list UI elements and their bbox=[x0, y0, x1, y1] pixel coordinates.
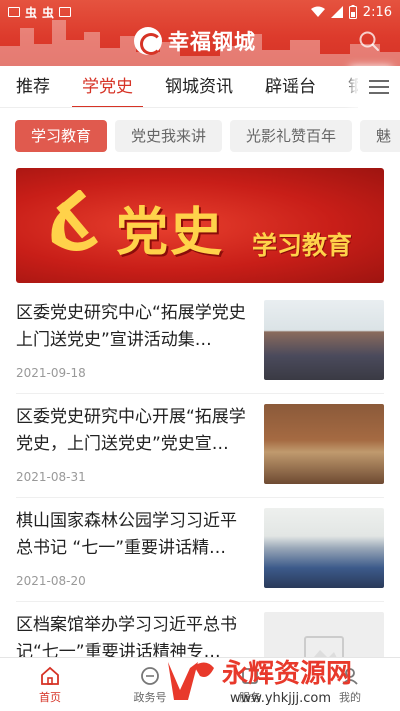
news-date: 2021-08-31 bbox=[16, 470, 86, 484]
chip-light-shadow-tribute[interactable]: 光影礼赞百年 bbox=[230, 120, 353, 152]
battery-icon bbox=[348, 5, 357, 19]
news-list: 区委党史研究中心“拓展学党史 上门送党史”宣讲活动集… 2021-09-18 区… bbox=[0, 290, 400, 706]
tab-recommend[interactable]: 推荐 bbox=[0, 66, 66, 107]
news-title: 区委党史研究中心“拓展学党史 上门送党史”宣讲活动集… bbox=[16, 303, 246, 350]
news-item[interactable]: 区委党史研究中心开展“拓展学党史，上门送党史”党史宣… 2021-08-31 bbox=[16, 394, 384, 498]
watermark-emblem bbox=[168, 662, 214, 700]
news-item[interactable]: 棋山国家森林公园学习习近平总书记 “七一”重要讲话精… 2021-08-20 bbox=[16, 498, 384, 602]
svg-text:www.yhkjjj.com: www.yhkjjj.com bbox=[230, 691, 331, 706]
news-date: 2021-09-18 bbox=[16, 366, 86, 380]
news-title: 棋山国家森林公园学习习近平总书记 “七一”重要讲话精… bbox=[16, 511, 237, 558]
status-time: 2:16 bbox=[362, 4, 392, 20]
chip-party-history-talk[interactable]: 党史我来讲 bbox=[115, 120, 223, 152]
notification-icon bbox=[59, 7, 72, 17]
news-item[interactable]: 区委党史研究中心“拓展学党史 上门送党史”宣讲活动集… 2021-09-18 bbox=[16, 290, 384, 394]
news-thumbnail bbox=[264, 300, 384, 380]
tab-rumor-refute[interactable]: 辟谣台 bbox=[249, 66, 332, 107]
site-watermark-logo: 永辉资源网 www.yhkjjj.com bbox=[168, 659, 352, 706]
svg-text:永辉资源网: 永辉资源网 bbox=[222, 659, 352, 689]
sub-category-chips: 学习教育 党史我来讲 光影礼赞百年 魅 bbox=[0, 120, 400, 156]
status-bar: 虫 虫 2:16 bbox=[0, 0, 400, 24]
news-thumbnail bbox=[264, 508, 384, 588]
tab-gangcheng-news[interactable]: 钢城资讯 bbox=[149, 66, 249, 107]
banner-title: 党史 bbox=[116, 203, 225, 263]
status-glyph: 虫 bbox=[25, 5, 38, 20]
tab-party-history[interactable]: 学党史 bbox=[66, 66, 149, 107]
home-icon bbox=[41, 666, 59, 685]
brand: 幸福钢城 bbox=[134, 26, 256, 56]
status-glyph: 虫 bbox=[42, 5, 55, 20]
hammer-sickle-icon bbox=[51, 190, 98, 251]
app-header: 虫 虫 2:16 幸福钢城 bbox=[0, 0, 400, 66]
chip-study-education[interactable]: 学习教育 bbox=[15, 120, 108, 152]
channel-menu-icon[interactable] bbox=[358, 66, 400, 108]
brand-logo-icon bbox=[134, 27, 162, 55]
signal-icon bbox=[330, 6, 343, 18]
nav-home[interactable]: 首页 bbox=[0, 658, 100, 711]
banner-subtitle: 学习教育 bbox=[252, 231, 353, 260]
channel-tabs: 推荐 学党史 钢城资讯 辟谣台 钢 bbox=[0, 66, 400, 108]
gov-icon bbox=[141, 666, 159, 685]
brand-name: 幸福钢城 bbox=[168, 29, 256, 54]
gallery-icon bbox=[8, 7, 20, 17]
news-title: 区委党史研究中心开展“拓展学党史，上门送党史”党史宣… bbox=[16, 407, 246, 454]
chip-partial[interactable]: 魅 bbox=[360, 120, 400, 152]
news-date: 2021-08-20 bbox=[16, 574, 86, 588]
nav-label: 首页 bbox=[39, 690, 61, 704]
search-icon[interactable] bbox=[358, 30, 380, 52]
party-history-banner[interactable]: 党史 学习教育 bbox=[16, 168, 384, 283]
news-thumbnail bbox=[264, 404, 384, 484]
wifi-icon bbox=[310, 6, 325, 17]
